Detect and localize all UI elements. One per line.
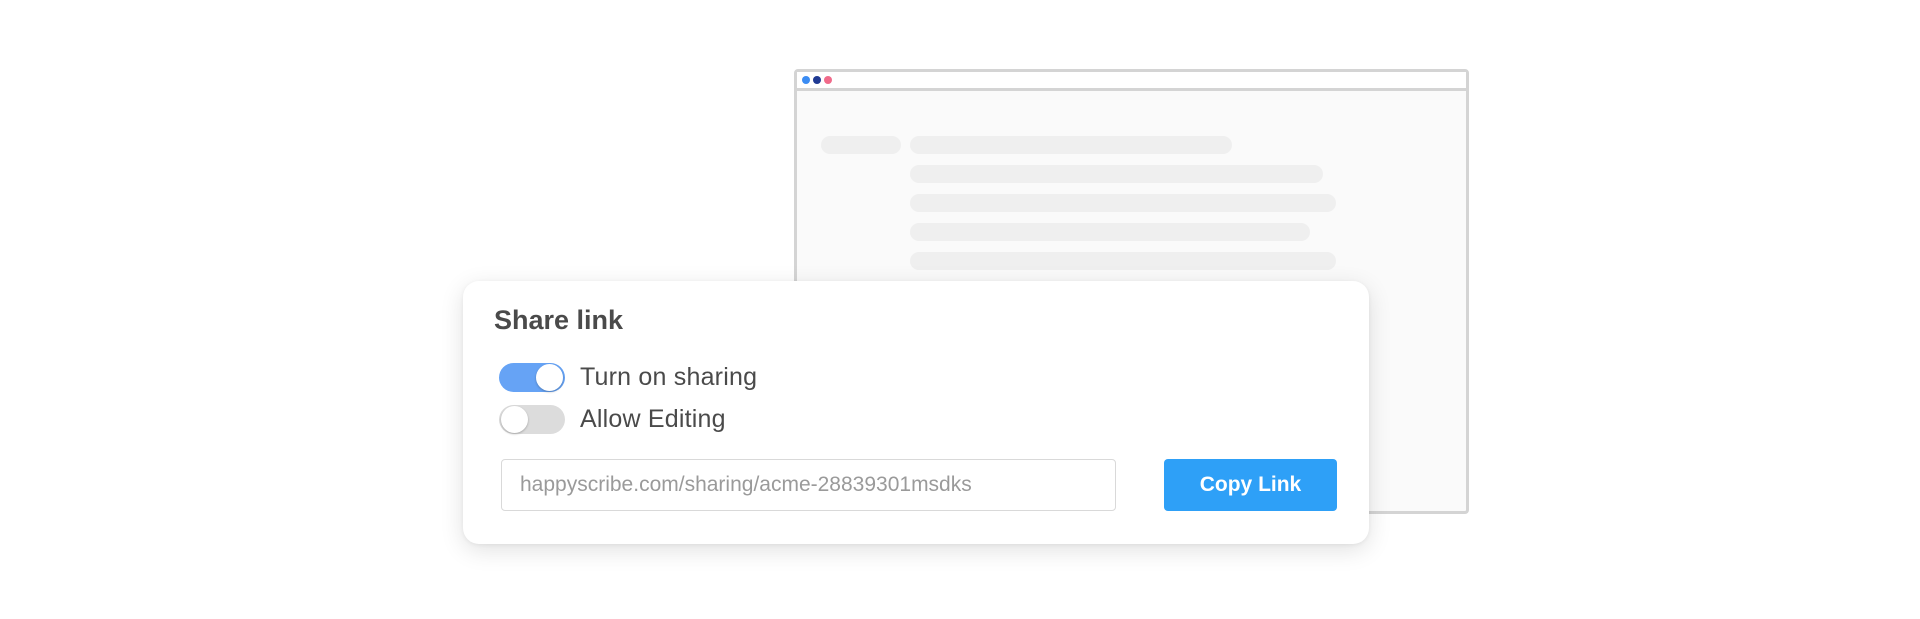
turn-on-sharing-label: Turn on sharing — [580, 363, 758, 391]
copy-link-button[interactable]: Copy Link — [1164, 459, 1337, 511]
window-dot-blue — [802, 76, 810, 84]
toggle-knob — [501, 406, 528, 433]
toggle-knob — [536, 364, 563, 391]
share-link-card: Share link Turn on sharing Allow Editing… — [463, 281, 1369, 544]
window-dot-pink — [824, 76, 832, 84]
share-link-field[interactable] — [501, 459, 1116, 511]
browser-title-bar — [797, 72, 1466, 91]
turn-on-sharing-toggle[interactable] — [499, 363, 565, 392]
skeleton-line — [910, 136, 1232, 154]
card-title: Share link — [494, 305, 624, 335]
skeleton-line — [910, 223, 1310, 241]
skeleton-line — [910, 165, 1323, 183]
skeleton-line — [821, 136, 901, 154]
editing-toggle-row: Allow Editing — [499, 405, 726, 434]
skeleton-line — [910, 252, 1336, 270]
window-dot-navy — [813, 76, 821, 84]
sharing-toggle-row: Turn on sharing — [499, 363, 757, 392]
stage: Share link Turn on sharing Allow Editing… — [0, 0, 1920, 619]
skeleton-line — [910, 194, 1336, 212]
allow-editing-label: Allow Editing — [580, 405, 726, 433]
allow-editing-toggle[interactable] — [499, 405, 565, 434]
